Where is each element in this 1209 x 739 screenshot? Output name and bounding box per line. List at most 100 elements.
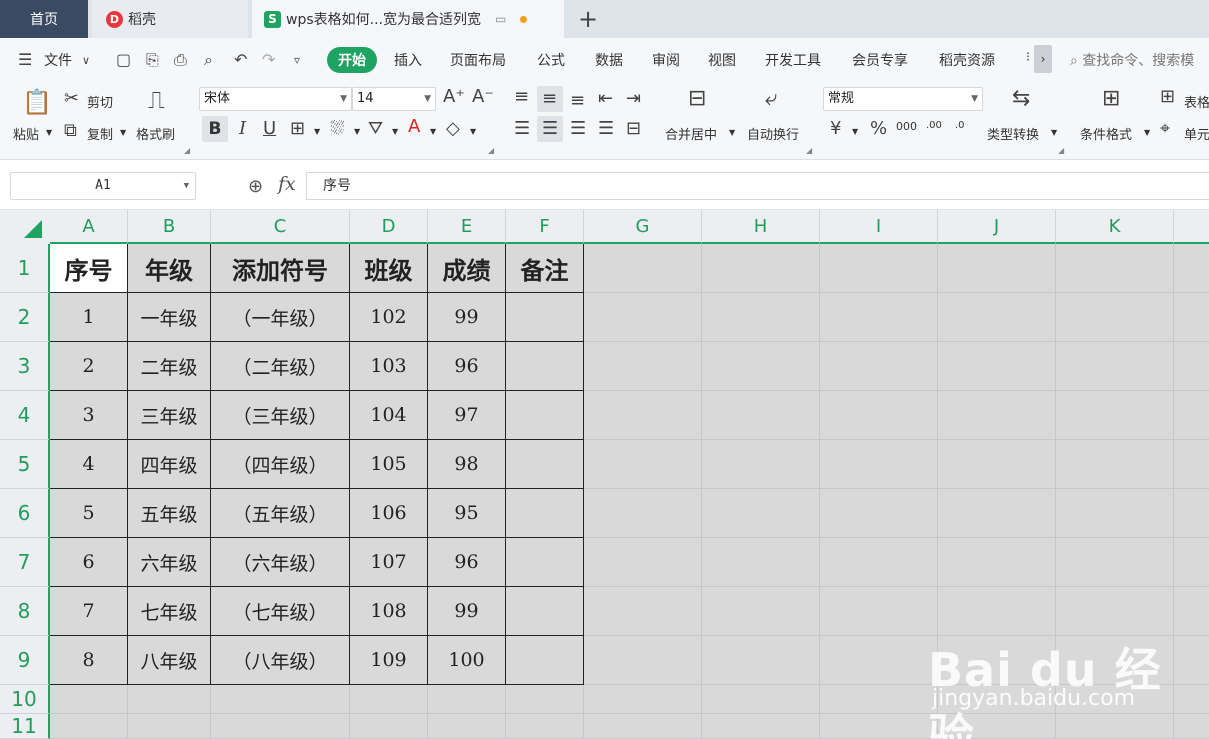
table-cell[interactable]: [506, 440, 584, 489]
type-convert-button[interactable]: 类型转换: [987, 124, 1039, 143]
conditional-format-dropdown-icon[interactable]: ▼: [1144, 128, 1150, 137]
borders-dropdown-icon[interactable]: ▼: [314, 127, 320, 136]
column-header[interactable]: K: [1056, 210, 1174, 244]
table-cell[interactable]: 100: [428, 636, 506, 685]
tab-daoke[interactable]: D 稻壳: [92, 0, 248, 38]
font-color-dropdown-icon[interactable]: ▼: [430, 127, 436, 136]
menu-page-layout[interactable]: 页面布局: [450, 50, 506, 70]
type-convert-icon[interactable]: ⇆: [1012, 88, 1030, 110]
merge-center-button[interactable]: 合并居中: [665, 124, 717, 143]
table-cell[interactable]: 六年级: [128, 538, 211, 587]
clear-format-icon[interactable]: ◇: [446, 120, 460, 138]
table-cell[interactable]: （七年级）: [211, 587, 350, 636]
zoom-formula-icon[interactable]: ⊕: [248, 176, 263, 197]
table-cell[interactable]: 6: [50, 538, 128, 587]
row-header[interactable]: 10: [0, 685, 50, 714]
table-cell[interactable]: 5: [50, 489, 128, 538]
fill-color-icon[interactable]: ⛛: [368, 120, 383, 138]
table-cell[interactable]: 102: [350, 293, 428, 342]
decrease-indent-icon[interactable]: ⇤: [598, 90, 613, 108]
table-cell[interactable]: （二年级）: [211, 342, 350, 391]
menu-member[interactable]: 会员专享: [852, 50, 908, 70]
menu-formula[interactable]: 公式: [537, 50, 565, 70]
column-header[interactable]: J: [938, 210, 1056, 244]
column-header[interactable]: E: [428, 210, 506, 244]
select-all-corner[interactable]: [0, 210, 50, 244]
row-header[interactable]: 7: [0, 538, 50, 587]
table-cell[interactable]: 99: [428, 293, 506, 342]
chevron-down-icon[interactable]: ▼: [184, 173, 189, 199]
export-pdf-icon[interactable]: ⎘: [146, 50, 159, 70]
format-painter-button[interactable]: 格式刷: [136, 124, 175, 143]
spreadsheet-grid[interactable]: ABCDEFGHIJK 1 2 3 4 5 6 7 8 9 10 11 序号 年级 添加符号 班级 成绩 备注…: [0, 210, 1209, 739]
save-icon[interactable]: ▢: [116, 50, 131, 69]
column-header-partial[interactable]: [1174, 210, 1209, 244]
table-cell[interactable]: 四年级: [128, 440, 211, 489]
table-header-cell[interactable]: 班级: [350, 244, 428, 293]
scroll-menu-right-button[interactable]: ›: [1034, 45, 1052, 73]
table-cell[interactable]: 3: [50, 391, 128, 440]
table-cell[interactable]: [506, 538, 584, 587]
copy-icon[interactable]: ⧉: [64, 122, 77, 140]
copy-dropdown-icon[interactable]: ▼: [120, 128, 126, 137]
redo-icon[interactable]: ↷: [262, 50, 275, 69]
paste-button[interactable]: 粘贴: [13, 124, 39, 143]
column-header[interactable]: D: [350, 210, 428, 244]
font-dialog-launcher-icon[interactable]: ◢: [488, 146, 494, 155]
underline-button[interactable]: U: [263, 120, 276, 138]
table-cell[interactable]: （一年级）: [211, 293, 350, 342]
percent-icon[interactable]: %: [870, 120, 887, 138]
menu-file[interactable]: 文件: [44, 50, 72, 70]
decrease-font-size-icon[interactable]: A⁻: [472, 88, 494, 106]
row-header[interactable]: 9: [0, 636, 50, 685]
fill-color-dropdown-icon[interactable]: ▼: [392, 127, 398, 136]
align-left-icon[interactable]: ☰: [514, 120, 530, 138]
table-cell[interactable]: [506, 293, 584, 342]
table-style-icon[interactable]: ⊞: [1160, 88, 1175, 106]
justify-icon[interactable]: ☰: [598, 120, 614, 138]
table-cell[interactable]: 7: [50, 587, 128, 636]
increase-font-size-icon[interactable]: A⁺: [443, 88, 465, 106]
table-cell[interactable]: 99: [428, 587, 506, 636]
table-cell[interactable]: 8: [50, 636, 128, 685]
table-header-cell[interactable]: 备注: [506, 244, 584, 293]
clipboard-dialog-launcher-icon[interactable]: ◢: [184, 146, 190, 155]
paste-icon[interactable]: 📋: [22, 90, 52, 114]
merge-center-icon[interactable]: ⊟: [688, 88, 706, 110]
table-cell[interactable]: 4: [50, 440, 128, 489]
table-cell[interactable]: 103: [350, 342, 428, 391]
borders-icon[interactable]: ⊞: [290, 120, 305, 138]
hamburger-menu-icon[interactable]: ☰: [18, 50, 32, 69]
format-painter-icon[interactable]: ⎍: [148, 88, 165, 112]
merge-center-dropdown-icon[interactable]: ▼: [729, 128, 735, 137]
bold-button[interactable]: B: [202, 116, 228, 142]
align-bottom-icon[interactable]: ≡: [570, 92, 585, 110]
distributed-align-icon[interactable]: ⊟: [626, 120, 641, 138]
column-header[interactable]: F: [506, 210, 584, 244]
currency-dropdown-icon[interactable]: ▼: [852, 127, 858, 136]
tab-home[interactable]: 首页: [0, 0, 88, 38]
wrap-text-button[interactable]: 自动换行: [747, 124, 799, 143]
wrap-text-icon[interactable]: ⤶: [765, 88, 777, 110]
menu-insert[interactable]: 插入: [394, 50, 422, 70]
formula-input[interactable]: 序号: [306, 172, 1209, 200]
type-convert-dropdown-icon[interactable]: ▼: [1051, 128, 1057, 137]
table-cell[interactable]: 109: [350, 636, 428, 685]
table-cell[interactable]: 95: [428, 489, 506, 538]
row-header[interactable]: 11: [0, 714, 50, 739]
decrease-decimal-icon[interactable]: .0: [955, 120, 965, 131]
font-color-icon[interactable]: A: [408, 118, 420, 136]
column-header[interactable]: C: [211, 210, 350, 244]
align-top-icon[interactable]: ≡: [514, 88, 529, 106]
paste-dropdown-icon[interactable]: ▼: [46, 128, 52, 137]
table-cell[interactable]: 108: [350, 587, 428, 636]
column-header[interactable]: A: [50, 210, 128, 244]
chevron-down-icon[interactable]: ∨: [82, 54, 90, 67]
table-cell[interactable]: [506, 342, 584, 391]
table-cell[interactable]: 96: [428, 342, 506, 391]
row-header[interactable]: 1: [0, 244, 50, 293]
scissors-icon[interactable]: ✂: [64, 90, 79, 108]
cut-button[interactable]: 剪切: [87, 92, 113, 111]
fill-pattern-dropdown-icon[interactable]: ▼: [354, 127, 360, 136]
currency-icon[interactable]: ¥: [830, 120, 841, 138]
